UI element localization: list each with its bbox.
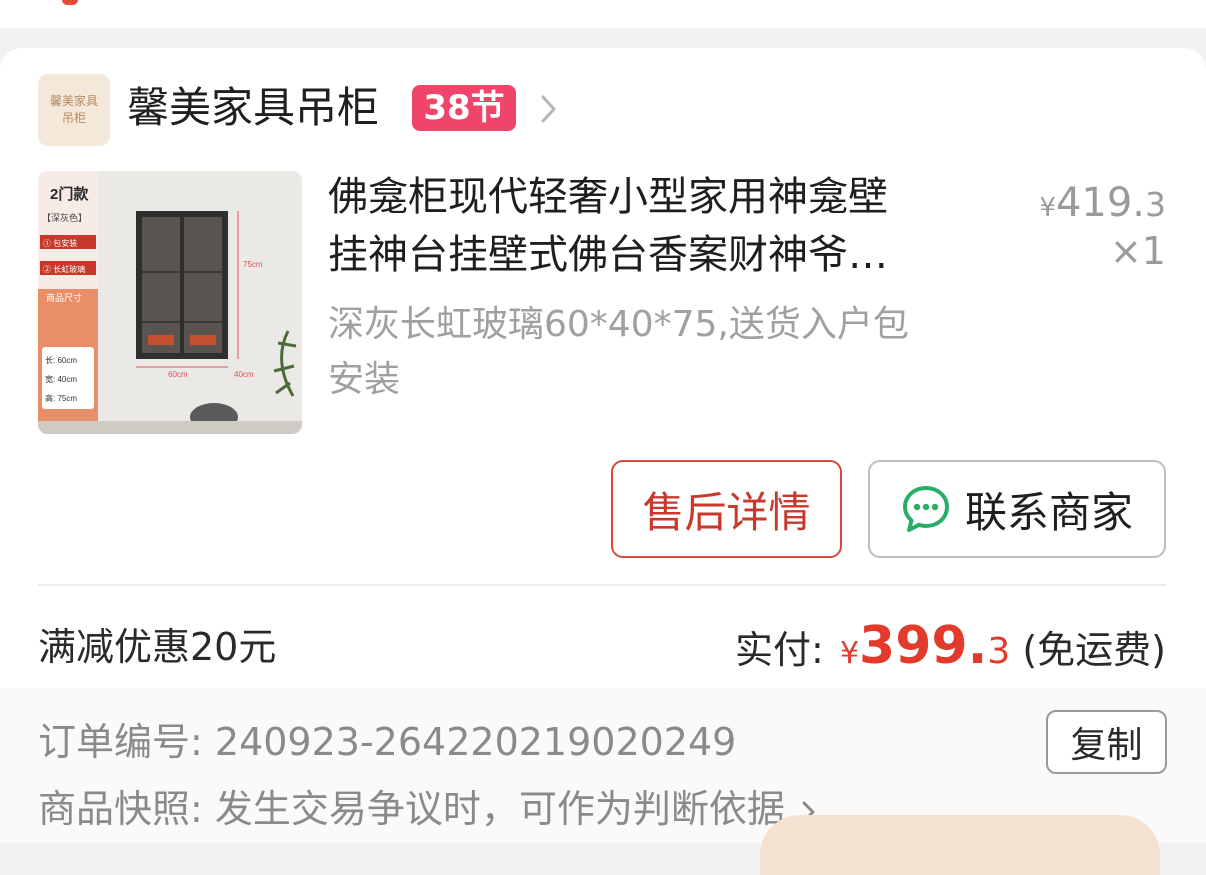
product-sku-line2: 安装 [328, 359, 401, 400]
chat-bubble-icon [902, 486, 949, 532]
thumb-label-2door: 2门款 [50, 185, 89, 203]
thumb-mark-height: 75cm [243, 260, 263, 269]
snapshot-value: 发生交易争议时，可作为判断依据 [214, 787, 785, 831]
product-thumbnail[interactable]: 2门款 【深灰色】 ① 包安装 ② 长虹玻璃 商品尺寸 长: 60cm 宽: 4… [38, 171, 302, 434]
order-number-row: 订单编号: 240923-264220219020249 [38, 716, 736, 768]
product-title-line2[interactable]: 挂神台挂壁式佛台香案财神爷… [328, 228, 888, 282]
shop-name[interactable]: 馨美家具吊柜 [127, 82, 379, 134]
order-number-value: 240923-264220219020249 [214, 720, 737, 764]
shop-logo[interactable]: 馨美家具 吊柜 [38, 74, 110, 146]
top-accent-mark [62, 0, 78, 5]
snapshot-label: 商品快照: [38, 787, 203, 831]
thumb-dim-width: 宽: 40cm [45, 374, 77, 384]
copy-button[interactable]: 复制 [1046, 710, 1167, 774]
discount-text: 满减优惠20元 [38, 625, 277, 669]
shipping-note: (免运费) [1022, 628, 1166, 672]
thumb-mark-depth: 40cm [234, 370, 254, 379]
paid-amount: 实付: ¥399.3 (免运费) [735, 616, 1166, 684]
thumb-dim-height: 高: 75cm [45, 393, 77, 403]
thumb-size-title: 商品尺寸 [46, 292, 82, 303]
product-sku-line1: 深灰长虹玻璃60*40*75,送货入户包 [328, 304, 909, 345]
top-strip [0, 0, 1206, 28]
shop-logo-text-line2: 吊柜 [61, 111, 86, 125]
product-image: 2门款 【深灰色】 ① 包安装 ② 长虹玻璃 商品尺寸 长: 60cm 宽: 4… [38, 171, 302, 434]
unit-price-symbol: ¥ [1039, 193, 1056, 223]
snapshot-row[interactable]: 商品快照: 发生交易争议时，可作为判断依据 [38, 783, 821, 835]
divider [38, 584, 1166, 586]
aftersale-details-button[interactable]: 售后详情 [611, 460, 842, 558]
product-title-line1[interactable]: 佛龛柜现代轻奢小型家用神龛壁 [328, 170, 888, 224]
contact-seller-label: 联系商家 [964, 487, 1133, 537]
paid-int: 399. [859, 616, 988, 676]
contact-seller-button[interactable]: 联系商家 [868, 460, 1166, 558]
thumb-option2: ② 长虹玻璃 [43, 264, 85, 274]
thumb-dim-length: 长: 60cm [45, 355, 77, 365]
shop-logo-text-line1: 馨美家具 [49, 94, 98, 108]
order-number-label: 订单编号: [38, 720, 203, 764]
bottom-panel-peek [760, 815, 1160, 875]
thumb-mark-width: 60cm [168, 370, 188, 379]
paid-frac: 3 [987, 631, 1011, 672]
unit-price: ¥419.3 [1039, 178, 1166, 233]
aftersale-details-label: 售后详情 [642, 487, 811, 537]
paid-label: 实付: [735, 628, 824, 672]
thumb-label-color: 【深灰色】 [42, 212, 87, 223]
unit-price-int: 419. [1055, 180, 1145, 226]
copy-label: 复制 [1070, 725, 1143, 766]
unit-price-frac: 3 [1145, 185, 1166, 224]
promo-badge: 38节 [412, 85, 516, 131]
quantity: ×1 [1109, 229, 1166, 273]
paid-symbol: ¥ [839, 636, 860, 671]
thumb-option1: ① 包安装 [43, 238, 77, 248]
chevron-right-icon[interactable] [532, 92, 566, 126]
